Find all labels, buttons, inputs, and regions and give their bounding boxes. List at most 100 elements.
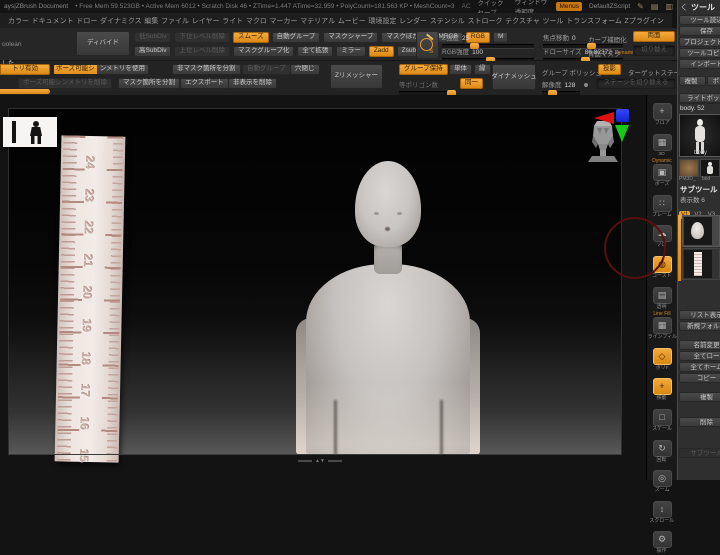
tool-panel-button[interactable]: インポート <box>679 59 720 69</box>
shelf-button[interactable]: 上位レベル削除 <box>174 45 230 57</box>
delete-hidden-button[interactable]: 非表示を削除 <box>228 78 277 89</box>
right-shelf-item[interactable]: ◎ ズーム <box>648 465 677 494</box>
right-shelf-item[interactable]: ↕ スクロール <box>648 496 677 525</box>
subtool-action-button[interactable]: 新規フォルダ <box>679 321 720 331</box>
axis-x-arrow[interactable] <box>594 112 614 124</box>
menu-item[interactable]: レイヤー <box>192 16 220 26</box>
subtool-action-button[interactable]: 全てロー <box>679 351 720 361</box>
menu-item[interactable]: マクロ <box>246 16 267 26</box>
shelf-button[interactable]: Zadd <box>368 45 394 57</box>
zremesher-button[interactable]: Zリメッシャー <box>330 64 383 89</box>
shelf-button[interactable]: 高SubDiv <box>134 45 172 57</box>
menu-item[interactable]: 環境設定 <box>368 16 396 26</box>
right-shelf-item[interactable]: + 移動 <box>648 373 677 402</box>
script-icon[interactable]: ✎ <box>637 2 644 11</box>
quick-save-button[interactable]: クイックセーブ <box>478 0 508 13</box>
partial-orange-bar[interactable] <box>0 89 50 94</box>
tool-panel-button[interactable]: ツール読込 <box>679 15 720 25</box>
tool-panel-button[interactable]: ポリ <box>707 76 720 86</box>
tool-panel-button[interactable]: 保存 <box>679 26 720 36</box>
same-button[interactable]: 同一 <box>460 78 483 89</box>
dynamesh-button[interactable]: ダイナメッシュ <box>491 64 537 90</box>
single-button[interactable]: 単体 <box>449 64 472 75</box>
axis-y-arrow[interactable] <box>615 125 629 142</box>
lightbox-button[interactable]: ライトボック <box>679 93 720 103</box>
stage-switch-field[interactable]: ステージを切り替える <box>596 78 676 89</box>
dual-sided-button[interactable]: 両面 <box>633 31 675 42</box>
menu-item[interactable]: テクスチャ <box>505 16 540 26</box>
pickup-button[interactable]: 切り替え <box>633 45 675 56</box>
menu-item[interactable]: トランスフォーム <box>566 16 622 26</box>
divide-button[interactable]: ディバイド <box>76 31 130 56</box>
split-masked-button[interactable]: マスク箇所を分割 <box>118 78 180 89</box>
backface-mask-label[interactable]: 背面マスク <box>588 48 621 58</box>
equal-poly-slider[interactable]: 等ポリゴン数 <box>399 79 456 96</box>
right-shelf-item[interactable]: ▤ 透明 <box>648 282 677 311</box>
recent-tool-thumb-body[interactable] <box>700 159 720 177</box>
shelf-button[interactable]: ミラー <box>336 45 366 57</box>
menu-item[interactable]: ムービー <box>338 16 366 26</box>
menu-item[interactable]: ライト <box>222 16 243 26</box>
subtool-action-button[interactable]: 削除 <box>679 417 720 427</box>
right-shelf-item[interactable]: Dynamic ▣ ポーズ <box>648 159 677 188</box>
subtool-item-selected[interactable] <box>682 215 720 247</box>
zscript-name[interactable]: DefaultZScript <box>589 3 630 10</box>
export-button[interactable]: エクスポート <box>180 78 229 89</box>
menu-item[interactable]: 編集 <box>144 16 158 26</box>
subtool-action-button[interactable]: サブツール <box>679 448 720 458</box>
menu-item[interactable]: ステンシル <box>430 16 465 26</box>
menus-button[interactable]: Menus <box>556 2 582 11</box>
group-polish-label[interactable]: グループ ポリッシュ <box>542 67 602 77</box>
shelf-button[interactable]: 低SubDiv <box>134 31 172 43</box>
doc-icon[interactable]: ▤ <box>651 2 659 11</box>
tool-panel-button[interactable]: 複製 <box>679 76 706 86</box>
menu-item[interactable]: レンダー <box>399 16 427 26</box>
split-unmasked-button[interactable]: 非マスク箇所を分割 <box>172 64 241 75</box>
shelf-button[interactable]: 下位レベル削除 <box>174 31 230 43</box>
auto-group-button[interactable]: 自動グループ <box>242 64 291 75</box>
brush-icon[interactable]: ▥ <box>665 2 673 11</box>
subtool-action-button[interactable]: 全てホーム <box>679 362 720 372</box>
menu-item[interactable]: Zプラグイン <box>625 16 664 26</box>
close-holes-button[interactable]: 穴閉じ <box>290 64 320 75</box>
projection-button[interactable]: 投影 <box>598 64 621 75</box>
shelf-button[interactable]: スムーズ <box>232 31 269 43</box>
reference-thumbnail[interactable] <box>3 117 57 147</box>
delete-posable-symmetry-button[interactable]: ポーズ可能シンメトリを削除 <box>18 78 112 89</box>
right-shelf-item[interactable]: ▦ 3D <box>648 129 677 158</box>
resolution-slider[interactable]: 解像度 128 <box>542 79 580 96</box>
right-shelf-item[interactable]: ↻ 回転 <box>648 435 677 464</box>
group-keep-button[interactable]: グループ保持 <box>399 64 448 75</box>
subtool-action-button[interactable]: 名前変更 <box>679 340 720 350</box>
right-shelf-item[interactable]: ◇ ポリF <box>648 343 677 372</box>
axis-origin-cube[interactable] <box>616 109 629 122</box>
subtool-action-button[interactable]: リスト表示 <box>679 310 720 320</box>
menu-item[interactable]: カラー <box>8 16 29 26</box>
menu-item[interactable]: ドロー <box>76 16 97 26</box>
menu-item[interactable]: マテリアル <box>300 16 335 26</box>
tool-panel-button[interactable]: プロジェクト読 <box>679 37 720 47</box>
menu-item[interactable]: マーカー <box>270 16 298 26</box>
tool-panel-button[interactable]: ツールコピー <box>679 48 720 58</box>
subtool-action-button[interactable]: コピー <box>679 373 720 383</box>
active-tool-thumbnail[interactable]: body <box>679 114 720 157</box>
symmetry-button[interactable]: トリ有効 <box>0 64 50 75</box>
right-shelf-item[interactable]: ∷ フレーム <box>648 190 677 219</box>
target-stage-label[interactable]: ターゲットステー <box>628 67 680 77</box>
menu-item[interactable]: ファイル <box>161 16 189 26</box>
menu-item[interactable]: ダイナミクス <box>100 16 142 26</box>
shelf-button[interactable]: 自動グループ <box>271 31 321 43</box>
curve-mode-label[interactable]: カーブ補間化 <box>588 34 627 44</box>
shelf-button[interactable]: マスクシャープ <box>323 31 379 43</box>
shelf-button[interactable]: 全て拡張 <box>297 45 334 57</box>
menu-item[interactable]: ドキュメント <box>32 16 74 26</box>
menu-item[interactable]: ストローク <box>467 16 502 26</box>
lazy-mouse-icon[interactable]: S <box>416 31 439 59</box>
right-shelf-item[interactable]: + フロア <box>648 98 677 127</box>
menu-item[interactable]: ツール <box>543 16 564 26</box>
use-posable-symmetry-button[interactable]: ポーズ可能シ ンメトリを使用 <box>53 64 149 75</box>
shelf-button[interactable]: マスクグループ化 <box>232 45 295 57</box>
subtool-action-button[interactable]: 複製 <box>679 392 720 402</box>
right-shelf-item[interactable]: □ スケール <box>648 404 677 433</box>
edge-button[interactable]: 縁 <box>474 64 491 75</box>
